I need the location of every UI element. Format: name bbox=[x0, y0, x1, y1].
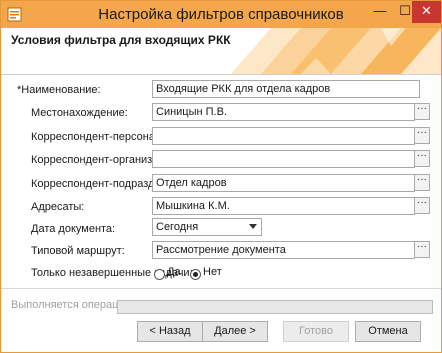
location-label: Местонахождение: bbox=[31, 107, 128, 119]
radio-no[interactable] bbox=[190, 269, 201, 280]
title-bar[interactable]: Настройка фильтров справочников — ☐ ✕ bbox=[1, 1, 441, 28]
location-field[interactable]: Синицын П.В. bbox=[152, 103, 415, 121]
close-button[interactable]: ✕ bbox=[412, 1, 441, 23]
name-label: *Наименование: bbox=[17, 84, 101, 96]
addressees-label: Адресаты: bbox=[31, 201, 85, 213]
minimize-button[interactable]: — bbox=[367, 1, 393, 23]
dialog-window: Настройка фильтров справочников — ☐ ✕ Ус… bbox=[0, 0, 442, 353]
corr-dept-browse-button[interactable]: ··· bbox=[414, 174, 430, 191]
chevron-down-icon bbox=[249, 224, 257, 229]
radio-selected-dot bbox=[193, 272, 198, 277]
cancel-button[interactable]: Отмена bbox=[355, 321, 421, 342]
corr-person-field[interactable] bbox=[152, 127, 415, 145]
header-band: Условия фильтра для входящих РКК bbox=[1, 28, 441, 75]
name-field[interactable]: Входящие РКК для отдела кадров bbox=[152, 80, 420, 98]
route-field[interactable]: Рассмотрение документа bbox=[152, 241, 415, 259]
corr-person-browse-button[interactable]: ··· bbox=[414, 127, 430, 144]
doc-date-label: Дата документа: bbox=[31, 223, 116, 235]
corr-org-browse-button[interactable]: ··· bbox=[414, 150, 430, 167]
doc-date-select[interactable]: Сегодня bbox=[152, 218, 262, 236]
route-browse-button[interactable]: ··· bbox=[414, 241, 430, 258]
radio-yes-label[interactable]: Да bbox=[167, 266, 181, 278]
route-label: Типовой маршрут: bbox=[31, 245, 125, 257]
corr-person-label: Корреспондент-персона: bbox=[31, 131, 159, 143]
radio-yes[interactable] bbox=[154, 269, 165, 280]
corr-dept-field[interactable]: Отдел кадров bbox=[152, 174, 415, 192]
separator bbox=[1, 288, 441, 289]
operation-label: Выполняется операция bbox=[11, 299, 131, 311]
addressees-browse-button[interactable]: ··· bbox=[414, 197, 430, 214]
back-button[interactable]: < Назад bbox=[137, 321, 203, 342]
location-browse-button[interactable]: ··· bbox=[414, 103, 430, 120]
header-title: Условия фильтра для входящих РКК bbox=[11, 33, 231, 47]
header-decoration bbox=[231, 28, 441, 74]
next-button[interactable]: Далее > bbox=[202, 321, 268, 342]
doc-date-value: Сегодня bbox=[156, 221, 199, 233]
addressees-field[interactable]: Мышкина К.М. bbox=[152, 197, 415, 215]
progress-bar bbox=[117, 300, 433, 314]
radio-no-label[interactable]: Нет bbox=[203, 266, 222, 278]
finish-button[interactable]: Готово bbox=[283, 321, 349, 342]
corr-org-field[interactable] bbox=[152, 150, 415, 168]
